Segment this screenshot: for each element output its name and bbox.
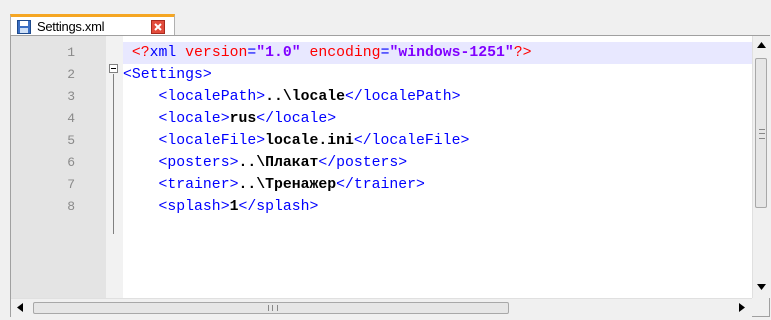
code-line[interactable]: <Settings> [123,64,752,86]
code-token: ?> [513,45,532,61]
line-number: 7 [67,177,75,192]
code-token: </locale> [256,111,337,127]
line-number: 5 [67,133,75,148]
close-icon[interactable] [151,20,165,34]
code-token: rus [229,111,257,127]
code-token: ..\Плакат [238,155,319,171]
horizontal-scrollbar[interactable] [11,298,752,317]
save-disk-icon [17,20,31,34]
code-line[interactable]: <localeFile>locale.ini</localeFile> [123,130,752,152]
code-token: <posters> [158,155,239,171]
horizontal-scroll-thumb[interactable] [33,302,509,314]
code-token: <localeFile> [158,133,266,149]
line-number: 1 [67,45,75,60]
code-token: = [247,45,257,61]
line-number: 6 [67,155,75,170]
line-number-gutter: 1 2 3 4 5 6 7 8 [11,36,106,298]
editor[interactable]: 12345678 <?xml version="1.0" encoding="w… [10,35,770,317]
code-token: "windows-1251" [389,45,514,61]
code-token: version [176,45,248,61]
scroll-up-arrow-icon[interactable] [757,42,766,48]
tab-label: Settings.xml [37,19,105,34]
fold-margin [106,36,123,298]
vertical-scroll-thumb[interactable] [755,58,767,208]
code-line[interactable]: <splash>1</splash> [123,196,752,218]
code-token: <splash> [158,199,230,215]
line-number: 8 [67,199,75,214]
code-token: </trainer> [336,177,425,193]
tab-settings-xml[interactable]: Settings.xml [10,14,175,36]
code-token: </localePath> [345,89,461,105]
code-token: <locale> [158,111,230,127]
code-line-current[interactable]: <?xml version="1.0" encoding="windows-12… [123,42,752,64]
code-token: encoding [300,45,381,61]
code-token: </splash> [238,199,319,215]
code-token: <trainer> [158,177,239,193]
code-token: <localePath> [158,89,266,105]
code-token: <Settings> [123,67,212,83]
scroll-down-arrow-icon[interactable] [757,284,766,290]
code-area[interactable]: <?xml version="1.0" encoding="windows-12… [123,36,752,298]
tab-bar: Settings.xml [0,0,771,36]
code-token: ..\Тренажер [238,177,337,193]
code-token: <? [131,45,150,61]
code-line[interactable]: <locale>rus</locale> [123,108,752,130]
scroll-right-arrow-icon[interactable] [739,303,745,312]
code-line[interactable]: <localePath>..\locale</localePath> [123,86,752,108]
code-token: </posters> [318,155,408,171]
line-number: 2 [67,67,75,82]
code-token: locale.ini [265,133,354,149]
code-line[interactable]: <trainer>..\Тренажер</trainer> [123,174,752,196]
code-line[interactable]: <posters>..\Плакат</posters> [123,152,752,174]
code-token: </localeFile> [353,133,470,149]
code-token: ..\locale [265,89,346,105]
fold-guide [113,74,114,234]
vertical-scrollbar[interactable] [752,36,770,298]
line-number: 3 [67,89,75,104]
code-token: xml [149,45,177,61]
code-token: "1.0" [256,45,301,61]
fold-toggle[interactable] [109,64,118,73]
line-number: 4 [67,111,75,126]
scrollbar-corner [752,298,769,316]
scroll-left-arrow-icon[interactable] [17,303,23,312]
